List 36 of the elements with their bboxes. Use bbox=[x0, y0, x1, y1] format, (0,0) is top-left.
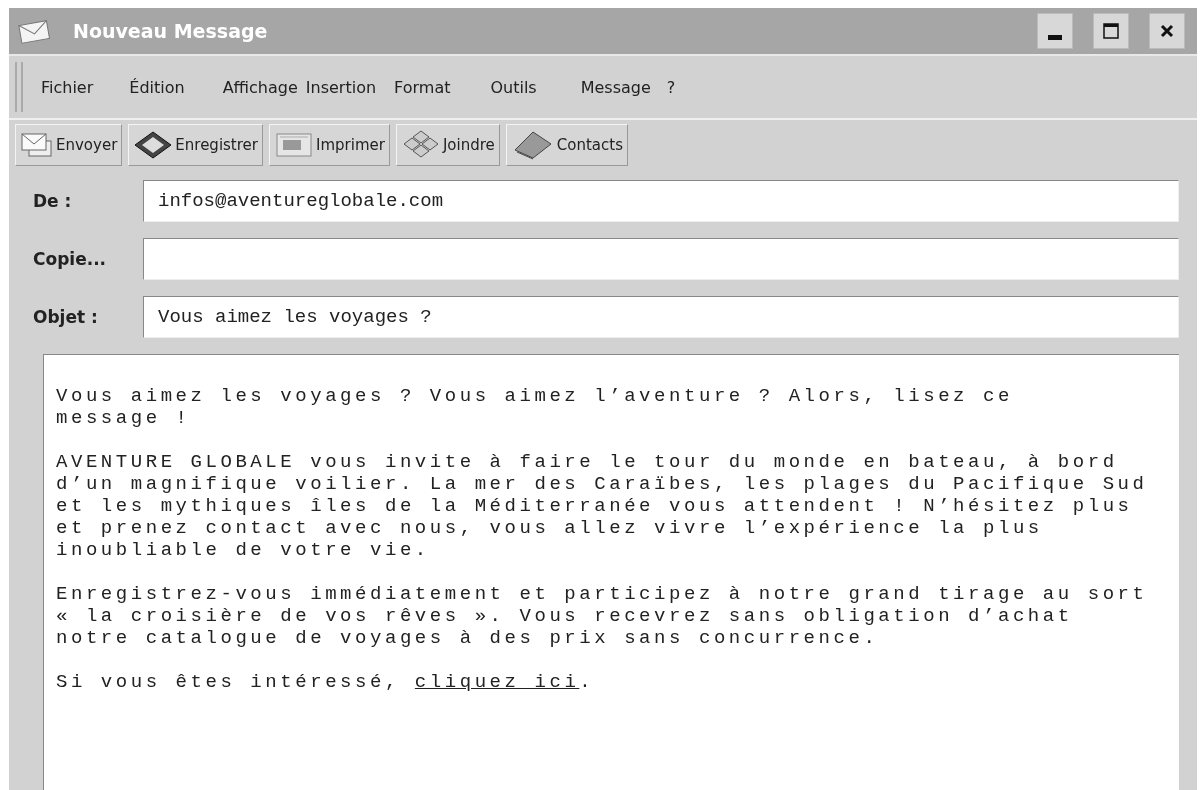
input-field[interactable] bbox=[143, 238, 1179, 280]
menu-item[interactable]: Affichage bbox=[222, 77, 298, 97]
menu-item[interactable]: Édition bbox=[129, 77, 185, 97]
message-paragraph: AVENTURE GLOBALE vous invite à faire le tour du monde en bateau, à bord d’un magnifique voilier. La mer des Caraïbes, les plages du Pacifique Sud et les mythiques îles de la Méditerranée vous attendent ! N’hésitez plus et prenez contact avec nous, vous allez vivre l’expérience la plus inoubliable de votre vie. bbox=[56, 451, 1149, 561]
maximize-button[interactable] bbox=[1093, 13, 1129, 49]
close-button[interactable] bbox=[1149, 13, 1185, 49]
toolbar-button[interactable]: Contacts bbox=[505, 124, 628, 166]
menu-item[interactable]: Message bbox=[580, 77, 651, 97]
envelope-icon bbox=[17, 18, 51, 44]
window-title: Nouveau Message bbox=[73, 20, 268, 42]
toolbar-button[interactable]: Enregistrer bbox=[128, 124, 263, 166]
menu-item[interactable]: Outils bbox=[490, 77, 537, 97]
menu-grip[interactable] bbox=[15, 62, 23, 112]
field-label: De : bbox=[33, 191, 73, 211]
field-label: Objet : bbox=[33, 307, 99, 327]
maximize-icon bbox=[1102, 22, 1120, 40]
menu-item[interactable]: ? bbox=[666, 77, 676, 97]
envelope-icon bbox=[20, 132, 54, 158]
message-text: Si vous êtes intéressé, bbox=[56, 671, 401, 693]
toolbar-button[interactable]: Envoyer bbox=[15, 124, 123, 166]
menu-item[interactable]: Fichier bbox=[41, 77, 94, 97]
close-icon bbox=[1159, 23, 1175, 39]
message-body[interactable] bbox=[43, 354, 1179, 790]
toolbar-button[interactable]: Joindre bbox=[395, 124, 500, 166]
toolbar-button[interactable]: Imprimer bbox=[269, 124, 390, 166]
message-paragraph: Enregistrez-vous immédiatement et participez à notre grand tirage au sort « la croisière de vos rêves ». Vous recevrez sans obligation d’achat notre catalogue de voyages à des prix sans concurrence. bbox=[56, 583, 1149, 649]
minimize-icon bbox=[1048, 34, 1062, 40]
link[interactable]: cliquez ici bbox=[414, 671, 580, 693]
menu-item[interactable]: Format bbox=[394, 77, 451, 97]
input-field[interactable]: Vous aimez les voyages ? bbox=[143, 296, 1179, 338]
minimize-button[interactable] bbox=[1037, 13, 1073, 49]
field-label: Copie... bbox=[33, 249, 108, 269]
menu-item[interactable]: Insertion bbox=[305, 77, 377, 97]
input-field[interactable]: infos@aventureglobale.com bbox=[143, 180, 1179, 222]
message-text: . bbox=[579, 671, 595, 693]
message-paragraph: Vous aimez les voyages ? Vous aimez l’aventure ? Alors, lisez ce message ! bbox=[56, 385, 1014, 429]
